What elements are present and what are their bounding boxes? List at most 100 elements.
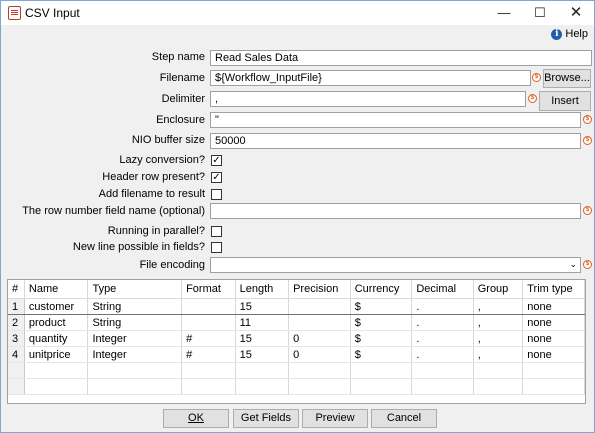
- newline-checkbox[interactable]: [211, 242, 222, 253]
- table-cell[interactable]: [181, 314, 236, 331]
- lazy-conversion-checkbox[interactable]: ✓: [211, 155, 222, 166]
- delimiter-input[interactable]: ,: [210, 91, 526, 107]
- variable-icon: $: [528, 94, 537, 103]
- parallel-checkbox[interactable]: [211, 226, 222, 237]
- table-cell[interactable]: $: [350, 314, 413, 331]
- file-encoding-label: File encoding: [139, 259, 205, 271]
- table-cell[interactable]: .: [411, 298, 474, 315]
- table-cell[interactable]: 2: [8, 314, 25, 331]
- col-header[interactable]: Format: [181, 280, 236, 299]
- variable-icon: $: [583, 136, 592, 145]
- table-cell[interactable]: none: [522, 330, 585, 347]
- table-cell[interactable]: 3: [8, 330, 25, 347]
- table-cell[interactable]: none: [522, 346, 585, 363]
- col-header[interactable]: Precision: [288, 280, 351, 299]
- browse-button[interactable]: Browse...: [543, 69, 591, 88]
- table-cell[interactable]: 15: [235, 298, 290, 315]
- table-cell[interactable]: .: [411, 346, 474, 363]
- table-cell[interactable]: ,: [473, 314, 524, 331]
- filename-input[interactable]: ${Workflow_InputFile}: [210, 70, 531, 86]
- table-header-row: # Name Type Format Length Precision Curr…: [8, 280, 585, 299]
- table-cell[interactable]: Integer: [87, 346, 183, 363]
- table-cell[interactable]: $: [350, 298, 413, 315]
- table-cell[interactable]: ,: [473, 330, 524, 347]
- table-cell[interactable]: [288, 314, 351, 331]
- add-filename-checkbox[interactable]: [211, 189, 222, 200]
- table-cell[interactable]: $: [350, 330, 413, 347]
- header-row-label: Header row present?: [102, 171, 205, 183]
- header-row-checkbox[interactable]: ✓: [211, 172, 222, 183]
- table-cell[interactable]: .: [411, 314, 474, 331]
- cancel-button[interactable]: Cancel: [371, 409, 437, 428]
- file-encoding-select[interactable]: ⌄: [210, 257, 581, 273]
- variable-icon: $: [583, 260, 592, 269]
- table-cell[interactable]: quantity: [24, 330, 89, 347]
- col-header[interactable]: Currency: [350, 280, 413, 299]
- minimize-icon[interactable]: —: [486, 1, 522, 25]
- newline-label: New line possible in fields?: [72, 241, 205, 253]
- col-header[interactable]: Trim type: [522, 280, 585, 299]
- title-bar: CSV Input — ☐ ✕: [1, 1, 594, 25]
- table-cell[interactable]: none: [522, 314, 585, 331]
- table-cell[interactable]: 0: [288, 330, 351, 347]
- table-cell[interactable]: String: [87, 298, 183, 315]
- table-row[interactable]: 1 customer String 15 $ . , none: [8, 298, 585, 315]
- table-cell[interactable]: 15: [235, 346, 290, 363]
- table-row: [8, 378, 585, 395]
- table-cell[interactable]: #: [181, 330, 236, 347]
- close-icon[interactable]: ✕: [558, 1, 594, 25]
- table-cell[interactable]: ,: [473, 298, 524, 315]
- table-row[interactable]: 2 product String 11 $ . , none: [8, 314, 585, 331]
- info-icon: i: [551, 28, 563, 40]
- table-row[interactable]: 4 unitprice Integer # 15 0 $ . , none: [8, 346, 585, 363]
- table-cell[interactable]: Integer: [87, 330, 183, 347]
- col-header[interactable]: Name: [24, 280, 89, 299]
- table-cell[interactable]: 0: [288, 346, 351, 363]
- ok-label: OK: [188, 412, 204, 424]
- add-filename-label: Add filename to result: [98, 188, 205, 200]
- maximize-icon[interactable]: ☐: [522, 1, 558, 25]
- parallel-label: Running in parallel?: [107, 225, 205, 237]
- table-cell[interactable]: [181, 298, 236, 315]
- table-cell[interactable]: .: [411, 330, 474, 347]
- enclosure-label: Enclosure: [156, 114, 205, 126]
- col-header[interactable]: Decimal: [411, 280, 474, 299]
- table-cell[interactable]: product: [24, 314, 89, 331]
- table-cell[interactable]: none: [522, 298, 585, 315]
- table-cell[interactable]: unitprice: [24, 346, 89, 363]
- table-cell[interactable]: ,: [473, 346, 524, 363]
- filename-label: Filename: [159, 72, 205, 84]
- table-cell[interactable]: #: [181, 346, 236, 363]
- nio-buffer-label: NIO buffer size: [131, 134, 205, 146]
- col-header[interactable]: Group: [473, 280, 524, 299]
- ok-button[interactable]: OK: [163, 409, 229, 428]
- col-header[interactable]: Length: [235, 280, 290, 299]
- step-name-input[interactable]: Read Sales Data: [210, 50, 592, 66]
- row-number-field-input[interactable]: [210, 203, 581, 219]
- table-cell[interactable]: String: [87, 314, 183, 331]
- csv-input-icon: [8, 6, 21, 20]
- table-cell[interactable]: customer: [24, 298, 89, 315]
- help-label: Help: [565, 28, 588, 40]
- table-cell[interactable]: $: [350, 346, 413, 363]
- preview-button[interactable]: Preview: [302, 409, 368, 428]
- table-cell[interactable]: [288, 298, 351, 315]
- chevron-down-icon[interactable]: ⌄: [569, 258, 577, 271]
- col-header[interactable]: #: [8, 280, 25, 299]
- col-header[interactable]: Type: [87, 280, 183, 299]
- get-fields-button[interactable]: Get Fields: [233, 409, 299, 428]
- step-name-label: Step name: [151, 51, 205, 63]
- help-link[interactable]: i Help: [551, 28, 588, 40]
- variable-icon: $: [583, 206, 592, 215]
- insert-tab-button[interactable]: Insert TAB: [539, 91, 591, 125]
- table-cell[interactable]: 15: [235, 330, 290, 347]
- enclosure-input[interactable]: ": [210, 112, 581, 128]
- get-fields-label: Get Fields: [240, 412, 292, 424]
- table-cell[interactable]: 11: [235, 314, 290, 331]
- preview-label: Preview: [315, 412, 355, 424]
- table-row[interactable]: 3 quantity Integer # 15 0 $ . , none: [8, 330, 585, 347]
- nio-buffer-input[interactable]: 50000: [210, 133, 581, 149]
- row-number-field-label: The row number field name (optional): [22, 205, 205, 217]
- table-cell[interactable]: 4: [8, 346, 25, 363]
- table-cell[interactable]: 1: [8, 298, 25, 315]
